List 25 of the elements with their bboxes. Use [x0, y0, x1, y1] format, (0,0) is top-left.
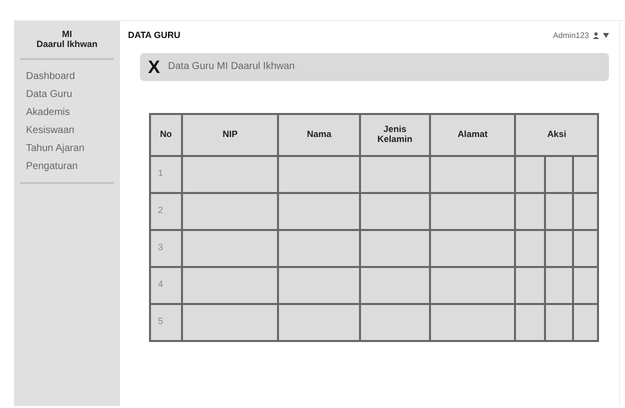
user-name: Admin123: [552, 30, 589, 42]
table-cell: 2: [150, 192, 182, 230]
sidebar-item[interactable]: Akademis: [26, 104, 114, 122]
table-cell: 5: [150, 304, 182, 340]
column-header: No: [150, 114, 182, 156]
column-header: Aksi: [515, 114, 598, 156]
sidebar-item[interactable]: Data Guru: [26, 86, 114, 104]
sidebar-item[interactable]: Dashboard: [26, 68, 114, 86]
table-cell: 4: [150, 266, 182, 304]
sidebar-item[interactable]: Tahun Ajaran: [26, 140, 114, 158]
user-icon: [593, 32, 599, 40]
column-header: Jenis Kelamin: [360, 114, 430, 156]
column-header: NIP: [182, 114, 278, 156]
sidebar-item[interactable]: Pengaturan: [26, 158, 114, 176]
caret-icon: [603, 33, 609, 38]
banner-text: Data Guru MI Daarul Ikhwan: [168, 60, 295, 74]
column-header: Alamat: [430, 114, 516, 156]
page-title: DATA GURU: [128, 29, 180, 42]
table-cell: 1: [150, 156, 182, 192]
close-icon[interactable]: X: [148, 58, 160, 76]
user-menu[interactable]: Admin123: [552, 30, 609, 42]
column-header: Nama: [278, 114, 360, 156]
sidebar-item[interactable]: Kesiswaan: [26, 122, 114, 140]
table-cell: 3: [150, 230, 182, 266]
app-title: MI Daarul Ikhwan: [20, 29, 114, 60]
